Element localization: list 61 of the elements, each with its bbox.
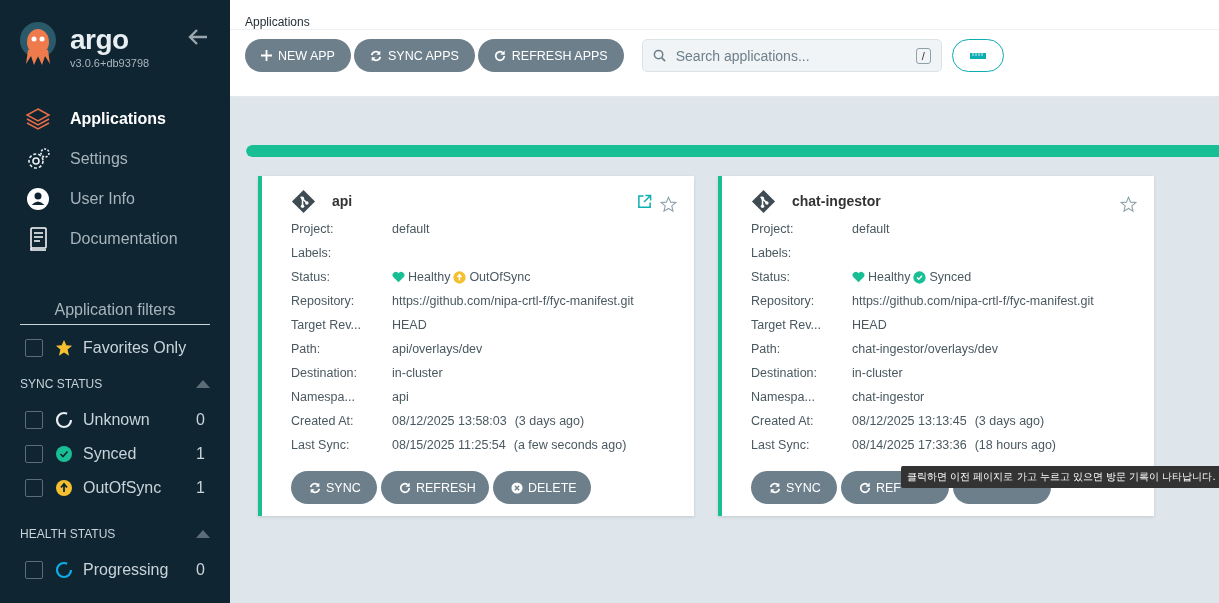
health-status: Healthy — [408, 270, 451, 284]
field-label: Last Sync: — [751, 438, 811, 452]
field-value: 08/14/2025 17:33:36 — [852, 438, 967, 452]
field-value: https://github.com/nipa-crtl-f/fyc-manifest.git — [392, 294, 634, 308]
filter-label: OutOfSync — [83, 479, 162, 497]
brand-name: argo — [70, 25, 130, 55]
group-heading: SYNC STATUS — [20, 377, 103, 391]
version-label: v3.0.6+db93798 — [70, 57, 150, 69]
field-label: Labels: — [291, 246, 333, 260]
field-value: default — [852, 222, 890, 236]
field-value: HEAD — [392, 318, 427, 332]
relative-time: (3 days ago) — [974, 414, 1045, 428]
field-label: Project: — [751, 222, 795, 236]
field-value: in-cluster — [392, 366, 443, 380]
field-value: default — [392, 222, 430, 236]
field-label: Last Sync: — [291, 438, 351, 452]
field-label: Target Rev... — [751, 318, 822, 332]
sync-status: OutOfSync — [469, 270, 531, 284]
field-value: chat-ingestor/overlays/dev — [852, 342, 998, 356]
field-label: Repository: — [291, 294, 356, 308]
filter-count: 0 — [196, 411, 205, 429]
tooltip: 클릭하면 이전 페이지로 가고 누르고 있으면 방문 기록이 나타납니다. — [901, 466, 1219, 488]
filter-label: Favorites Only — [83, 339, 187, 357]
field-label: Project: — [291, 222, 335, 236]
field-label: Status: — [291, 270, 331, 284]
group-heading: HEALTH STATUS — [20, 527, 116, 541]
filter-count: 1 — [196, 479, 205, 497]
field-value: chat-ingestor — [852, 390, 925, 404]
field-label: Destination: — [751, 366, 818, 380]
field-label: Path: — [751, 342, 782, 356]
page-title: Applications — [230, 0, 1219, 30]
field-value: 08/12/2025 13:58:03 — [392, 414, 507, 428]
field-label: Created At: — [291, 414, 355, 428]
shortcut-key: / — [915, 47, 931, 64]
field-value: api — [392, 390, 409, 404]
filter-count: 0 — [196, 561, 205, 579]
field-label: Destination: — [291, 366, 358, 380]
field-label: Namespa... — [291, 390, 356, 404]
filter-count: 1 — [196, 445, 205, 463]
field-value: 08/12/2025 13:13:45 — [852, 414, 967, 428]
filters-heading: Application filters — [20, 301, 210, 325]
filter-label: Unknown — [83, 411, 150, 429]
field-label: Target Rev... — [291, 318, 362, 332]
relative-time: (3 days ago) — [514, 414, 585, 428]
field-value: 08/15/2025 11:25:54 — [392, 438, 506, 452]
field-value: https://github.com/nipa-crtl-f/fyc-manifest.git — [852, 294, 1094, 308]
sync-status: Synced — [929, 270, 972, 284]
field-label: Namespa... — [751, 390, 816, 404]
field-label: Labels: — [751, 246, 793, 260]
field-value: api/overlays/dev — [392, 342, 483, 356]
field-label: Repository: — [751, 294, 816, 308]
field-value: in-cluster — [852, 366, 903, 380]
filter-label: Progressing — [83, 561, 169, 579]
health-status: Healthy — [868, 270, 911, 284]
filter-label: Synced — [83, 445, 137, 463]
field-label: Path: — [291, 342, 322, 356]
field-label: Created At: — [751, 414, 815, 428]
field-value: HEAD — [852, 318, 887, 332]
relative-time: (a few seconds ago) — [513, 438, 627, 452]
field-label: Status: — [751, 270, 791, 284]
relative-time: (18 hours ago) — [974, 438, 1056, 452]
